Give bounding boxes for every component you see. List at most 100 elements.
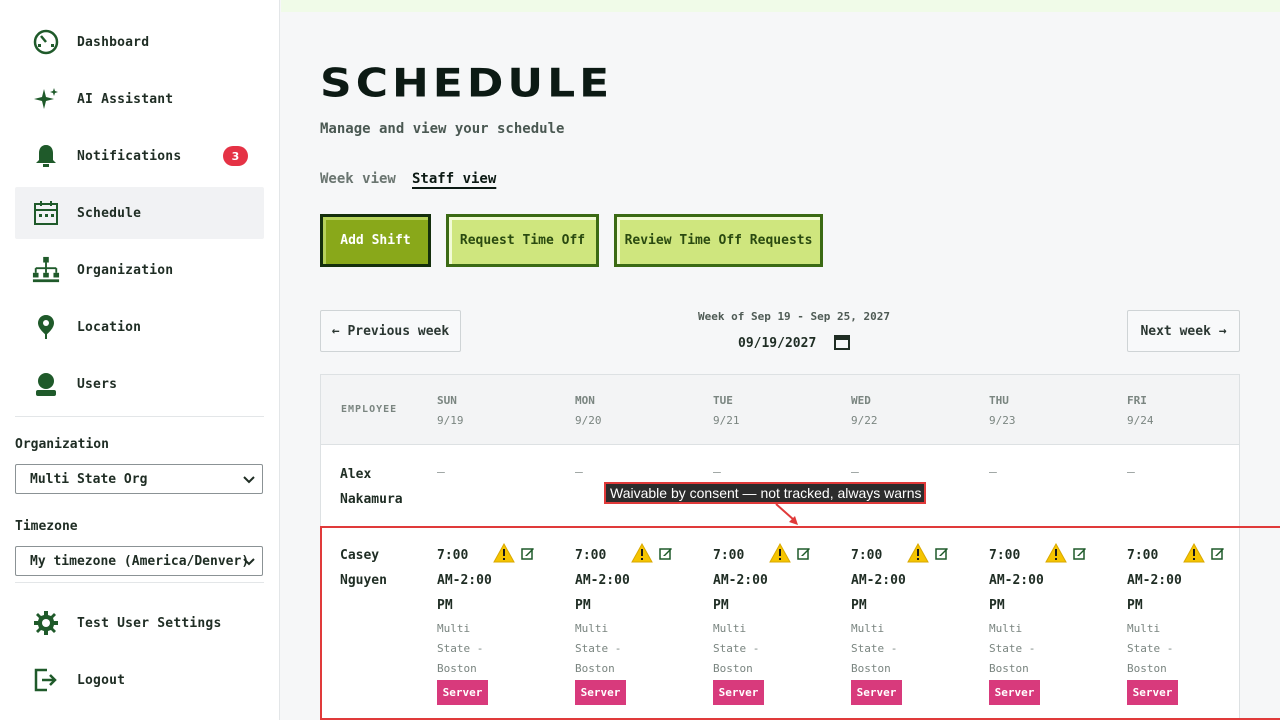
empty-shift-cell[interactable]: — — [1127, 465, 1135, 480]
dashboard-icon — [32, 28, 60, 56]
table-header: EMPLOYEE SUN 9/19 MON 9/20 TUE 9/21 WED … — [321, 375, 1239, 445]
shift-time: 7:00 AM-2:00 PM — [851, 548, 906, 613]
sidebar-item-label: Organization — [77, 262, 174, 278]
tab-week-view[interactable]: Week view — [320, 171, 396, 187]
org-chart-icon — [32, 256, 60, 284]
employee-name-casey[interactable]: Casey Nguyen — [340, 543, 420, 593]
warning-icon[interactable] — [1045, 542, 1067, 563]
shift-location: Multi State - Boston — [989, 622, 1036, 675]
sidebar-item-test-user-settings[interactable]: Test User Settings — [15, 597, 264, 649]
logout-icon — [32, 666, 60, 694]
sidebar-item-logout[interactable]: Logout — [15, 654, 264, 706]
calendar-icon[interactable] — [834, 334, 850, 350]
week-date-input[interactable]: 09/19/2027 — [738, 333, 850, 353]
empty-shift-cell[interactable]: — — [713, 465, 721, 480]
shift-card[interactable]: 7:00 AM-2:00 PM Multi State - Boston Server — [851, 542, 971, 713]
empty-shift-cell[interactable]: — — [851, 465, 859, 480]
shift-time: 7:00 AM-2:00 PM — [713, 548, 768, 613]
sidebar-item-label: Dashboard — [77, 34, 150, 50]
timezone-select[interactable]: My timezone (America/Denver) — [15, 546, 263, 576]
shift-location: Multi State - Boston — [575, 622, 622, 675]
previous-week-button[interactable]: ← Previous week — [320, 310, 461, 352]
week-date-value: 09/19/2027 — [738, 335, 817, 351]
employee-column-header: EMPLOYEE — [341, 404, 398, 415]
sidebar-item-label: Test User Settings — [77, 615, 222, 631]
role-badge: Server — [1127, 680, 1178, 705]
edit-icon[interactable] — [659, 545, 673, 560]
next-week-button[interactable]: Next week → — [1127, 310, 1240, 352]
edit-icon[interactable] — [521, 545, 535, 560]
chevron-down-icon — [242, 554, 256, 568]
day-header-thu: THU — [989, 394, 1009, 407]
week-range-label: Week of Sep 19 - Sep 25, 2027 — [697, 310, 891, 323]
sidebar-item-label: Logout — [77, 672, 126, 688]
shift-card[interactable]: 7:00 AM-2:00 PM Multi State - Boston Server — [1127, 542, 1247, 713]
role-badge: Server — [437, 680, 488, 705]
empty-shift-cell[interactable]: — — [989, 465, 997, 480]
shift-card[interactable]: 7:00 AM-2:00 PM Multi State - Boston Server — [575, 542, 695, 713]
organization-label: Organization — [15, 437, 109, 452]
sparkle-icon — [32, 85, 60, 113]
page-title: SCHEDULE — [320, 60, 614, 107]
role-badge: Server — [989, 680, 1040, 705]
warning-icon[interactable] — [631, 542, 653, 563]
warning-icon[interactable] — [1183, 542, 1205, 563]
sidebar-divider — [15, 416, 264, 417]
shift-time: 7:00 AM-2:00 PM — [1127, 548, 1182, 613]
sidebar-divider — [15, 582, 264, 583]
warning-icon[interactable] — [907, 542, 929, 563]
timezone-select-value: My timezone (America/Denver) — [30, 553, 250, 569]
annotation-arrow-icon — [775, 503, 798, 525]
sidebar-item-notifications[interactable]: Notifications 3 — [15, 130, 264, 182]
shift-time: 7:00 AM-2:00 PM — [437, 548, 492, 613]
edit-icon[interactable] — [1073, 545, 1087, 560]
chevron-down-icon — [242, 472, 256, 486]
request-time-off-button[interactable]: Request Time Off — [446, 214, 599, 267]
warning-icon[interactable] — [769, 542, 791, 563]
shift-card[interactable]: 7:00 AM-2:00 PM Multi State - Boston Server — [437, 542, 557, 713]
employee-name-alex[interactable]: Alex Nakamura — [340, 462, 420, 512]
sidebar-item-label: Users — [77, 376, 118, 392]
edit-icon[interactable] — [797, 545, 811, 560]
sidebar-item-organization[interactable]: Organization — [15, 244, 264, 296]
location-pin-icon — [32, 313, 60, 341]
sidebar-item-users[interactable]: Users — [15, 358, 264, 410]
sidebar-item-label: AI Assistant — [77, 91, 174, 107]
user-icon — [32, 370, 60, 398]
timezone-label: Timezone — [15, 519, 78, 534]
review-requests-label: Review Time Off Requests — [624, 233, 813, 248]
date-header-tue: 9/21 — [713, 414, 740, 427]
page-subtitle: Manage and view your schedule — [320, 121, 565, 137]
employee-first-name: Alex — [340, 467, 372, 482]
sidebar-item-label: Schedule — [77, 205, 142, 221]
edit-icon[interactable] — [1211, 545, 1225, 560]
add-shift-button[interactable]: Add Shift — [320, 214, 431, 267]
role-badge: Server — [713, 680, 764, 705]
warning-icon[interactable] — [493, 542, 515, 563]
day-header-sun: SUN — [437, 394, 457, 407]
tab-staff-view[interactable]: Staff view — [412, 171, 496, 187]
empty-shift-cell[interactable]: — — [575, 465, 583, 480]
organization-select[interactable]: Multi State Org — [15, 464, 263, 494]
request-time-off-label: Request Time Off — [459, 233, 586, 248]
employee-last-name: Nguyen — [340, 573, 387, 588]
sidebar-item-location[interactable]: Location — [15, 301, 264, 353]
date-header-mon: 9/20 — [575, 414, 602, 427]
previous-week-label: ← Previous week — [331, 323, 450, 339]
shift-card[interactable]: 7:00 AM-2:00 PM Multi State - Boston Server — [713, 542, 833, 713]
shift-card[interactable]: 7:00 AM-2:00 PM Multi State - Boston Server — [989, 542, 1109, 713]
shift-location: Multi State - Boston — [851, 622, 898, 675]
employee-last-name: Nakamura — [340, 492, 403, 507]
edit-icon[interactable] — [935, 545, 949, 560]
sidebar-item-schedule[interactable]: Schedule — [15, 187, 264, 239]
bell-icon — [32, 142, 60, 170]
empty-shift-cell[interactable]: — — [437, 465, 445, 480]
sidebar-item-ai-assistant[interactable]: AI Assistant — [15, 73, 264, 125]
sidebar-item-dashboard[interactable]: Dashboard — [15, 16, 264, 68]
annotation-tooltip: Waivable by consent — not tracked, alway… — [604, 482, 926, 504]
day-header-mon: MON — [575, 394, 595, 407]
role-badge: Server — [851, 680, 902, 705]
notification-count-badge: 3 — [223, 146, 248, 166]
review-time-off-requests-button[interactable]: Review Time Off Requests — [614, 214, 823, 267]
sidebar-item-label: Location — [77, 319, 142, 335]
